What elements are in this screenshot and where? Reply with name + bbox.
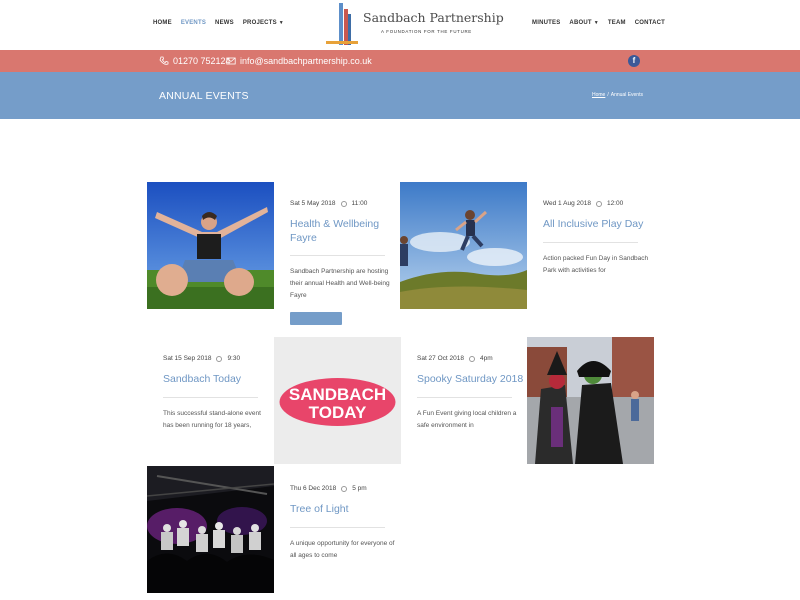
event-time: 9:30 <box>227 355 241 362</box>
event-card-sandbach-today: Sat 15 Sep 2018 9:30 Sandbach Today This… <box>163 355 273 432</box>
event-meta: Wed 1 Aug 2018 12:00 <box>543 200 653 207</box>
event-card-play-day: Wed 1 Aug 2018 12:00 All Inclusive Play … <box>543 200 653 277</box>
breadcrumb: Home / Annual Events <box>592 92 643 98</box>
event-card-tree-of-light: Thu 6 Dec 2018 5 pm Tree of Light A uniq… <box>290 485 400 562</box>
event-title-link[interactable]: Tree of Light <box>290 503 400 517</box>
event-date: Sat 15 Sep 2018 <box>163 355 212 362</box>
clock-icon <box>468 355 475 362</box>
event-image-spooky-saturday[interactable] <box>527 337 654 464</box>
event-date: Sat 5 May 2018 <box>290 200 336 207</box>
event-image-play-day[interactable] <box>400 182 527 309</box>
logo-text-line-1: SANDBACH <box>289 385 386 404</box>
phone-link[interactable]: 01270 752124 <box>159 56 231 66</box>
breadcrumb-separator: / <box>607 92 609 98</box>
event-title-link[interactable]: All Inclusive Play Day <box>543 218 653 232</box>
event-meta: Sat 15 Sep 2018 9:30 <box>163 355 273 362</box>
nav-about[interactable]: ABOUT ▼ <box>569 20 599 26</box>
facebook-icon[interactable]: f <box>628 55 640 67</box>
event-photo <box>400 182 527 309</box>
site-header: HOME EVENTS NEWS PROJECTS ▼ Sandbach Part… <box>0 0 800 50</box>
event-time: 4pm <box>479 355 493 362</box>
event-time: 5 pm <box>352 485 367 492</box>
logo-title: Sandbach Partnership <box>363 10 504 25</box>
breadcrumb-current: Annual Events <box>610 92 643 98</box>
divider <box>543 241 638 243</box>
event-description: This successful stand-alone event has be… <box>163 409 261 429</box>
event-date: Wed 1 Aug 2018 <box>543 200 591 207</box>
event-description: A unique opportunity for everyone of all… <box>290 539 395 559</box>
event-time: 11:00 <box>351 200 368 207</box>
event-photo <box>147 182 274 309</box>
nav-events[interactable]: EVENTS <box>181 20 206 26</box>
event-time: 12:00 <box>606 200 624 207</box>
sandbach-today-logo: SANDBACH TODAY <box>274 337 401 464</box>
event-description: Sandbach Partnership are hosting their a… <box>290 268 390 299</box>
event-card-spooky-saturday: Sat 27 Oct 2018 4pm Spooky Saturday 2018… <box>417 355 527 432</box>
event-title-link[interactable]: Spooky Saturday 2018 <box>417 373 527 387</box>
event-image-health-wellbeing[interactable] <box>147 182 274 309</box>
envelope-icon <box>226 57 236 65</box>
email-link[interactable]: info@sandbachpartnership.co.uk <box>226 56 372 66</box>
divider <box>163 396 258 398</box>
event-date: Sat 27 Oct 2018 <box>417 355 464 362</box>
contact-bar: 01270 752124 info@sandbachpartnership.co… <box>0 50 800 72</box>
clock-icon <box>595 200 602 207</box>
event-card-health-wellbeing: Sat 5 May 2018 11:00 Health & Wellbeing … <box>290 200 400 325</box>
event-title-link[interactable]: Health & Wellbeing Fayre <box>290 218 400 245</box>
nav-news[interactable]: NEWS <box>215 20 234 26</box>
clock-icon <box>341 485 348 492</box>
divider <box>290 526 385 528</box>
divider <box>417 396 512 398</box>
nav-team[interactable]: TEAM <box>608 20 626 26</box>
read-more-button[interactable] <box>290 312 342 325</box>
nav-minutes[interactable]: MINUTES <box>532 20 560 26</box>
event-meta: Sat 5 May 2018 11:00 <box>290 200 400 207</box>
clock-icon <box>340 200 347 207</box>
site-logo[interactable]: Sandbach Partnership A FOUNDATION FOR TH… <box>326 2 504 48</box>
page-title-band: ANNUAL EVENTS Home / Annual Events <box>0 72 800 119</box>
event-image-sandbach-today[interactable]: SANDBACH TODAY <box>274 337 401 464</box>
breadcrumb-home[interactable]: Home <box>592 92 605 98</box>
event-description: A Fun Event giving local children a safe… <box>417 409 517 429</box>
nav-home[interactable]: HOME <box>153 20 172 26</box>
nav-projects[interactable]: PROJECTS ▼ <box>243 20 284 26</box>
phone-icon <box>159 56 169 65</box>
event-title-link[interactable]: Sandbach Today <box>163 373 273 387</box>
event-description: Action packed Fun Day in Sandbach Park w… <box>543 254 649 274</box>
event-date: Thu 6 Dec 2018 <box>290 485 337 492</box>
logo-tagline: A FOUNDATION FOR THE FUTURE <box>381 29 472 34</box>
event-photo <box>527 337 654 464</box>
main-nav-right: MINUTES ABOUT ▼ TEAM CONTACT <box>532 20 665 26</box>
event-photo <box>147 466 274 593</box>
event-meta: Sat 27 Oct 2018 4pm <box>417 355 527 362</box>
main-nav-left: HOME EVENTS NEWS PROJECTS ▼ <box>153 20 284 26</box>
page-title: ANNUAL EVENTS <box>159 90 249 102</box>
clock-icon <box>216 355 223 362</box>
logo-text-line-2: TODAY <box>309 403 367 422</box>
chevron-down-icon: ▼ <box>278 20 284 26</box>
nav-contact[interactable]: CONTACT <box>635 20 665 26</box>
chevron-down-icon: ▼ <box>593 20 599 26</box>
event-meta: Thu 6 Dec 2018 5 pm <box>290 485 400 492</box>
logo-mark-icon <box>326 3 358 45</box>
divider <box>290 255 385 256</box>
event-image-tree-of-light[interactable] <box>147 466 274 593</box>
